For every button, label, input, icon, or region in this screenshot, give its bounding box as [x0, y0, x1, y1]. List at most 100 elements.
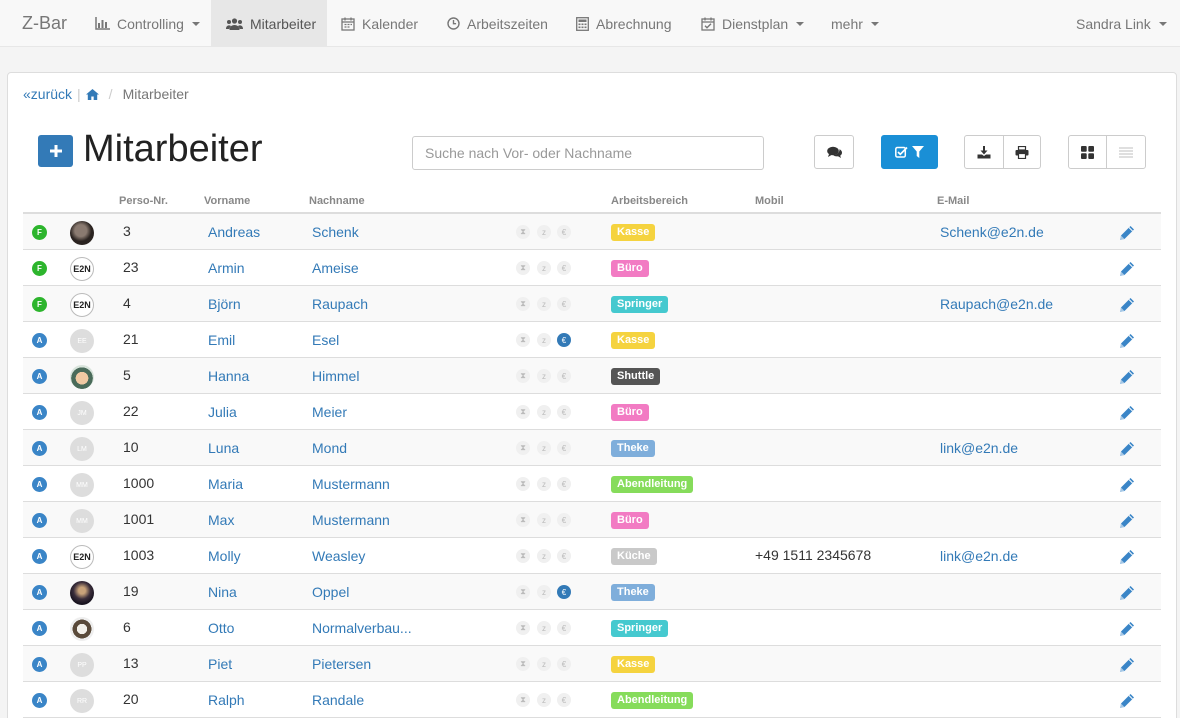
nachname-link[interactable]: Oppel	[312, 584, 349, 600]
euro-icon: €	[557, 225, 571, 239]
nachname-link[interactable]: Schenk	[312, 224, 359, 240]
nachname-link[interactable]: Himmel	[312, 368, 359, 384]
nachname-link[interactable]: Randale	[312, 692, 364, 708]
vorname-link[interactable]: Otto	[208, 620, 234, 636]
table-row[interactable]: F 3 Andreas Schenk ⧗ z € Kasse Schenk@e2n.de	[23, 214, 1161, 250]
z-indicator-icon: z	[537, 369, 551, 383]
filter-button[interactable]	[881, 135, 938, 169]
nav-abrechnung[interactable]: Abrechnung	[576, 0, 672, 47]
edit-button[interactable]	[1118, 296, 1136, 314]
email-link[interactable]: Raupach@e2n.de	[940, 296, 1053, 312]
persno-cell: 19	[123, 583, 139, 599]
table-row[interactable]: A MM 1001 Max Mustermann ⧗ z € Büro	[23, 502, 1161, 538]
employment-status-badge: A	[32, 549, 47, 564]
list-view-button[interactable]	[1106, 135, 1146, 169]
nav-mitarbeiter[interactable]: Mitarbeiter	[211, 0, 327, 47]
print-button[interactable]	[1003, 135, 1041, 169]
arbeitsbereich-badge: Abendleitung	[611, 476, 694, 493]
vorname-link[interactable]: Hanna	[208, 368, 249, 384]
vorname-link[interactable]: Molly	[208, 548, 241, 564]
edit-button[interactable]	[1118, 404, 1136, 422]
table-row[interactable]: F E2N 23 Armin Ameise ⧗ z € Büro	[23, 250, 1161, 286]
col-header-nachname[interactable]: Nachname	[309, 195, 365, 207]
email-link[interactable]: Schenk@e2n.de	[940, 224, 1044, 240]
table-row[interactable]: A RR 20 Ralph Randale ⧗ z € Abendleitung	[23, 682, 1161, 718]
arbeitsbereich-badge: Springer	[611, 296, 669, 313]
table-row[interactable]: A LM 10 Luna Mond ⧗ z € Theke link@e2n.de	[23, 430, 1161, 466]
add-employee-button[interactable]	[38, 135, 73, 167]
col-header-email[interactable]: E-Mail	[937, 195, 969, 207]
back-link[interactable]: «zurück	[23, 86, 72, 102]
edit-button[interactable]	[1118, 476, 1136, 494]
euro-icon: €	[557, 513, 571, 527]
table-row[interactable]: A JM 22 Julia Meier ⧗ z € Büro	[23, 394, 1161, 430]
top-navbar: Z-Bar Controlling Mitarbeiter Kalender A…	[0, 0, 1180, 47]
col-header-mobil[interactable]: Mobil	[755, 195, 784, 207]
col-header-arbeitsbereich[interactable]: Arbeitsbereich	[611, 195, 688, 207]
table-row[interactable]: A EE 21 Emil Esel ⧗ z € Kasse	[23, 322, 1161, 358]
edit-button[interactable]	[1118, 332, 1136, 350]
vorname-link[interactable]: Max	[208, 512, 234, 528]
nachname-link[interactable]: Mustermann	[312, 512, 390, 528]
email-link[interactable]: link@e2n.de	[940, 548, 1018, 564]
nachname-link[interactable]: Mond	[312, 440, 347, 456]
vorname-link[interactable]: Björn	[208, 296, 241, 312]
vorname-link[interactable]: Maria	[208, 476, 243, 492]
table-row[interactable]: F E2N 4 Björn Raupach ⧗ z € Springer Raupach@e2n.…	[23, 286, 1161, 322]
nachname-link[interactable]: Pietersen	[312, 656, 371, 672]
nachname-link[interactable]: Esel	[312, 332, 339, 348]
table-row[interactable]: A E2N 1003 Molly Weasley ⧗ z € Küche +49 1511 234…	[23, 538, 1161, 574]
comments-button[interactable]	[814, 135, 854, 169]
nav-dienstplan[interactable]: Dienstplan	[701, 0, 805, 47]
grid-view-button[interactable]	[1068, 135, 1107, 169]
edit-button[interactable]	[1118, 656, 1136, 674]
arbeitsbereich-badge: Büro	[611, 260, 649, 277]
brand-logo[interactable]: Z-Bar	[22, 13, 67, 34]
check-square-icon	[895, 146, 908, 158]
table-row[interactable]: A 6 Otto Normalverbau... ⧗ z € Springer	[23, 610, 1161, 646]
breadcrumb: «zurück | / Mitarbeiter	[23, 86, 189, 102]
table-row[interactable]: A 5 Hanna Himmel ⧗ z € Shuttle	[23, 358, 1161, 394]
nav-controlling[interactable]: Controlling	[95, 0, 200, 47]
vorname-link[interactable]: Emil	[208, 332, 235, 348]
search-input[interactable]	[412, 136, 764, 170]
edit-button[interactable]	[1118, 584, 1136, 602]
table-row[interactable]: A PP 13 Piet Pietersen ⧗ z € Kasse	[23, 646, 1161, 682]
vorname-link[interactable]: Ralph	[208, 692, 245, 708]
edit-button[interactable]	[1118, 512, 1136, 530]
vorname-link[interactable]: Piet	[208, 656, 232, 672]
hourglass-icon: ⧗	[516, 549, 530, 563]
nav-mehr[interactable]: mehr	[831, 0, 879, 47]
download-button[interactable]	[964, 135, 1004, 169]
arbeitsbereich-badge: Theke	[611, 440, 655, 457]
nachname-link[interactable]: Ameise	[312, 260, 359, 276]
edit-button[interactable]	[1118, 548, 1136, 566]
edit-button[interactable]	[1118, 620, 1136, 638]
col-header-persno[interactable]: Perso-Nr.	[119, 195, 168, 207]
vorname-link[interactable]: Armin	[208, 260, 245, 276]
edit-button[interactable]	[1118, 368, 1136, 386]
vorname-link[interactable]: Andreas	[208, 224, 260, 240]
table-row[interactable]: A MM 1000 Maria Mustermann ⧗ z € Abendleitung	[23, 466, 1161, 502]
table-row[interactable]: A 19 Nina Oppel ⧗ z € Theke	[23, 574, 1161, 610]
nachname-link[interactable]: Raupach	[312, 296, 368, 312]
vorname-link[interactable]: Luna	[208, 440, 239, 456]
user-menu[interactable]: Sandra Link	[1076, 0, 1167, 47]
edit-button[interactable]	[1118, 224, 1136, 242]
hourglass-icon: ⧗	[516, 405, 530, 419]
edit-button[interactable]	[1118, 260, 1136, 278]
nachname-link[interactable]: Mustermann	[312, 476, 390, 492]
col-header-vorname[interactable]: Vorname	[204, 195, 250, 207]
pencil-icon	[1120, 262, 1134, 276]
nachname-link[interactable]: Meier	[312, 404, 347, 420]
vorname-link[interactable]: Nina	[208, 584, 237, 600]
edit-button[interactable]	[1118, 692, 1136, 710]
nachname-link[interactable]: Normalverbau...	[312, 620, 412, 636]
nav-kalender[interactable]: Kalender	[341, 0, 418, 47]
vorname-link[interactable]: Julia	[208, 404, 237, 420]
email-link[interactable]: link@e2n.de	[940, 440, 1018, 456]
nav-arbeitszeiten[interactable]: Arbeitszeiten	[447, 0, 548, 47]
nachname-link[interactable]: Weasley	[312, 548, 365, 564]
edit-button[interactable]	[1118, 440, 1136, 458]
home-icon[interactable]	[85, 88, 99, 100]
